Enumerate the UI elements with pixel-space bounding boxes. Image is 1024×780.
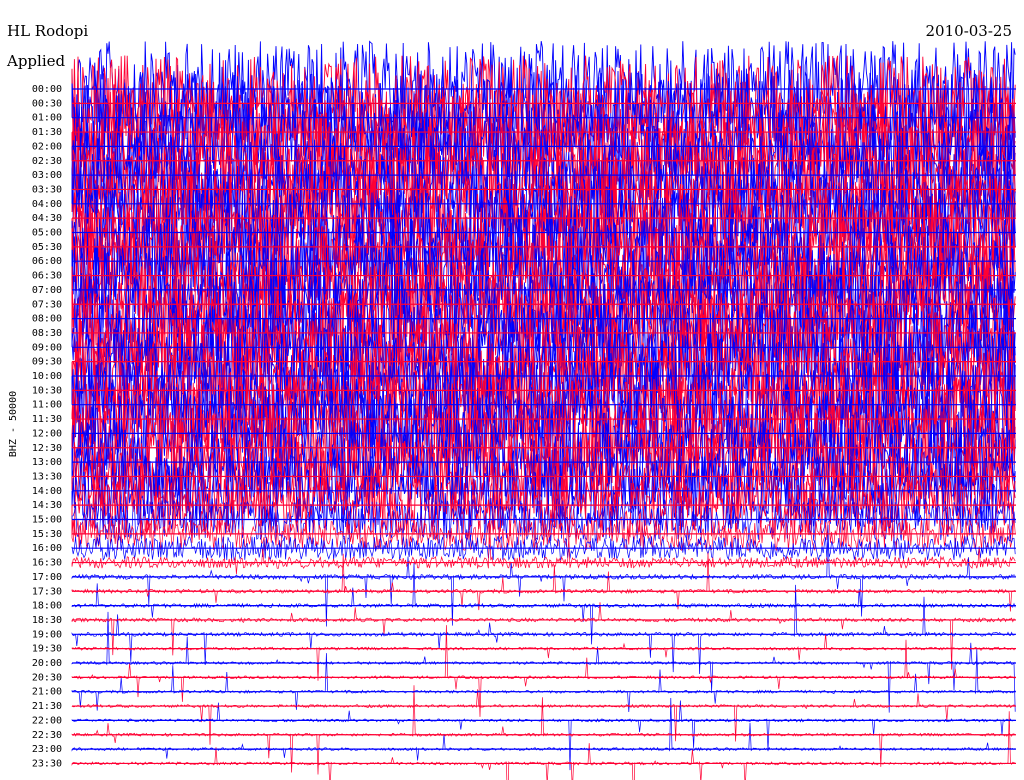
- time-tick-1430: 14:30: [32, 500, 62, 511]
- time-tick-1200: 12:00: [32, 428, 62, 439]
- trace-row-1930: [71, 633, 1016, 681]
- time-tick-0100: 01:00: [32, 113, 62, 124]
- time-tick-1800: 18:00: [32, 601, 62, 612]
- time-tick-1930: 19:30: [32, 644, 62, 655]
- time-tick-0000: 00:00: [32, 84, 62, 95]
- time-tick-1630: 16:30: [32, 558, 62, 569]
- station-title: HL Rodopi: [7, 22, 88, 40]
- time-tick-1400: 14:00: [32, 486, 62, 497]
- time-tick-1330: 13:30: [32, 471, 62, 482]
- time-tick-2200: 22:00: [32, 715, 62, 726]
- time-tick-0930: 09:30: [32, 357, 62, 368]
- time-tick-2230: 22:30: [32, 730, 62, 741]
- time-tick-labels: 00:00 00:30 01:00 01:30 02:00 02:30 03:00 03:30…: [32, 84, 62, 769]
- time-tick-1900: 19:00: [32, 629, 62, 640]
- time-tick-0400: 04:00: [32, 199, 62, 210]
- time-tick-2100: 21:00: [32, 687, 62, 698]
- time-tick-1600: 16:00: [32, 543, 62, 554]
- time-tick-2330: 23:30: [32, 758, 62, 769]
- time-tick-0300: 03:00: [32, 170, 62, 181]
- time-tick-0430: 04:30: [32, 213, 62, 224]
- time-tick-2300: 23:00: [32, 744, 62, 755]
- time-tick-0530: 05:30: [32, 242, 62, 253]
- time-tick-0830: 08:30: [32, 328, 62, 339]
- time-tick-0030: 00:30: [32, 98, 62, 109]
- date-label: 2010-03-25: [926, 22, 1012, 40]
- trace-row-2030: [71, 625, 1016, 717]
- time-tick-1300: 13:00: [32, 457, 62, 468]
- time-tick-0330: 03:30: [32, 184, 62, 195]
- time-tick-0900: 09:00: [32, 342, 62, 353]
- time-tick-0700: 07:00: [32, 285, 62, 296]
- trace-row-2100: [71, 648, 1016, 713]
- trace-row-2130: [71, 689, 1016, 745]
- time-tick-1130: 11:30: [32, 414, 62, 425]
- time-tick-0630: 06:30: [32, 271, 62, 282]
- time-tick-0730: 07:30: [32, 299, 62, 310]
- time-tick-2130: 21:30: [32, 701, 62, 712]
- time-tick-0230: 02:30: [32, 156, 62, 167]
- time-tick-0200: 02:00: [32, 141, 62, 152]
- channel-axis-label: BHZ - 50000: [8, 391, 19, 457]
- time-tick-1230: 12:30: [32, 443, 62, 454]
- time-tick-1530: 15:30: [32, 529, 62, 540]
- time-tick-1700: 17:00: [32, 572, 62, 583]
- time-tick-2000: 20:00: [32, 658, 62, 669]
- trace-row-1900: [71, 584, 1016, 675]
- seismic-traces: [71, 40, 1016, 780]
- trace-row-1800: [71, 562, 1016, 645]
- time-tick-0800: 08:00: [32, 314, 62, 325]
- time-tick-0130: 01:30: [32, 127, 62, 138]
- time-tick-0500: 05:00: [32, 228, 62, 239]
- time-tick-1000: 10:00: [32, 371, 62, 382]
- trace-row-2000: [71, 611, 1016, 713]
- time-tick-0600: 06:00: [32, 256, 62, 267]
- filter-label: Applied: [6, 52, 66, 70]
- time-tick-1030: 10:30: [32, 385, 62, 396]
- time-tick-2030: 20:30: [32, 672, 62, 683]
- helicorder-chart: 00:00 00:30 01:00 01:30 02:00 02:30 03:00 03:30…: [6, 22, 1016, 780]
- time-tick-1500: 15:00: [32, 515, 62, 526]
- time-tick-1830: 18:30: [32, 615, 62, 626]
- time-tick-1100: 11:00: [32, 400, 62, 411]
- time-tick-1730: 17:30: [32, 586, 62, 597]
